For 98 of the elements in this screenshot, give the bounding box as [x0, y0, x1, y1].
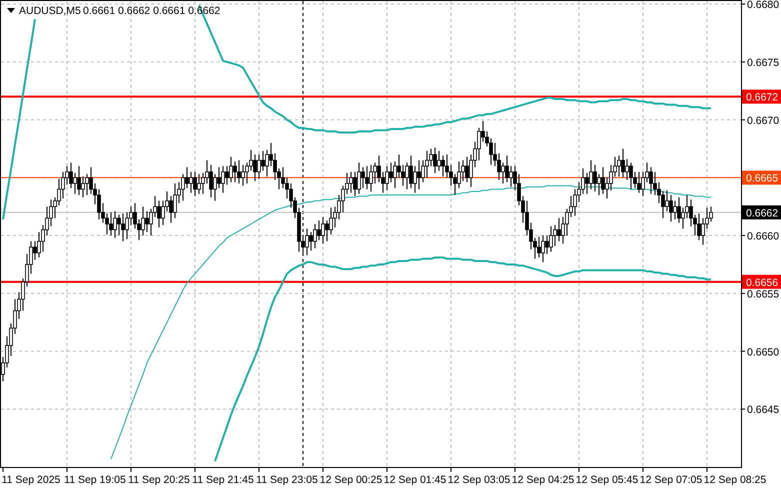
- candlestick: [505, 155, 509, 183]
- price-tick-label: 0.6660: [747, 230, 780, 243]
- candlestick: [425, 150, 429, 178]
- candlestick: [261, 150, 265, 172]
- time-tick-label: 11 Sep 2025: [2, 474, 60, 486]
- candlestick: [85, 174, 89, 196]
- price-tick-label: 0.6655: [747, 288, 780, 300]
- candlestick: [309, 232, 313, 252]
- candlestick: [585, 172, 589, 194]
- candlestick: [637, 171, 641, 194]
- candlestick: [361, 166, 365, 189]
- candlestick: [313, 223, 317, 249]
- candlestick: [369, 164, 373, 192]
- candlestick: [257, 154, 261, 180]
- candlestick: [389, 162, 393, 183]
- candlestick: [193, 171, 197, 197]
- candlestick: [629, 162, 633, 190]
- time-tick-label: 11 Sep 20:25: [128, 474, 190, 486]
- price-tick-label: 0.6650: [747, 346, 780, 358]
- candlestick: [305, 228, 309, 256]
- time-tick-label: 12 Sep 00:25: [320, 474, 382, 486]
- candlestick: [81, 176, 85, 198]
- candlestick: [365, 166, 369, 190]
- candlestick: [541, 235, 545, 263]
- candlestick: [321, 216, 325, 244]
- candlestick: [77, 166, 81, 196]
- time-tick-label: 12 Sep 01:45: [384, 474, 446, 486]
- candlestick: [405, 162, 409, 190]
- price-tick-label: 0.6675: [747, 56, 780, 69]
- price-tick-label: 0.6645: [747, 404, 780, 416]
- candlestick: [197, 174, 201, 194]
- candlestick: [317, 220, 321, 241]
- candlestick: [593, 164, 597, 192]
- candlestick: [253, 154, 257, 182]
- candlestick: [433, 147, 437, 174]
- candlestick: [417, 160, 421, 190]
- symbol-label: AUDUSD,M5: [19, 5, 81, 17]
- candlestick: [185, 166, 189, 189]
- candlestick: [189, 171, 193, 194]
- candlestick: [229, 156, 233, 183]
- candlestick: [501, 162, 505, 184]
- candlestick: [409, 155, 413, 189]
- candlestick: [649, 166, 653, 194]
- candlestick: [141, 206, 145, 236]
- candlestick: [353, 171, 357, 197]
- time-tick-label: 12 Sep 08:25: [704, 474, 766, 486]
- time-tick-label: 12 Sep 04:25: [512, 474, 574, 486]
- candlestick: [173, 182, 177, 219]
- time-tick-label: 12 Sep 07:05: [640, 474, 702, 486]
- candlestick: [697, 213, 701, 241]
- price-level-tag: 0.6672: [742, 90, 781, 104]
- candlestick: [121, 213, 125, 242]
- candlestick: [241, 164, 245, 186]
- dropdown-triangle-icon[interactable]: [7, 8, 15, 13]
- candlestick: [617, 155, 621, 177]
- candlestick: [545, 235, 549, 255]
- candlestick: [109, 212, 113, 236]
- horizontal-level-line[interactable]: [0, 177, 742, 178]
- candlestick: [357, 162, 361, 194]
- time-tick-label: 12 Sep 05:45: [576, 474, 638, 486]
- candlestick: [509, 166, 513, 188]
- candlestick: [221, 166, 225, 194]
- time-tick-label: 12 Sep 03:05: [448, 474, 510, 486]
- candlestick: [73, 172, 77, 194]
- candlestick: [673, 200, 677, 220]
- candlestick: [549, 226, 553, 252]
- price-tick-label: 0.6670: [747, 114, 780, 127]
- candlestick: [233, 160, 237, 183]
- candlestick: [437, 150, 441, 172]
- candlestick: [625, 158, 629, 180]
- candlestick: [349, 171, 353, 194]
- price-tick-label: 0.6680: [747, 0, 780, 12]
- candlestick: [465, 156, 469, 183]
- time-tick-label: 11 Sep 21:45: [192, 474, 254, 486]
- candlestick: [385, 166, 389, 191]
- candlestick: [145, 210, 149, 233]
- price-level-tag: 0.6656: [742, 274, 781, 289]
- candlestick: [217, 166, 221, 189]
- candlestick: [441, 155, 445, 177]
- candlestick: [325, 220, 329, 242]
- candlestick: [589, 160, 593, 190]
- candlestick: [209, 164, 213, 198]
- candlestick: [237, 160, 241, 184]
- candlestick: [621, 148, 625, 178]
- candlestick: [225, 166, 229, 186]
- candlestick: [557, 218, 561, 242]
- candlestick: [113, 210, 117, 238]
- candlestick: [537, 236, 541, 258]
- time-tick-label: 11 Sep 23:05: [256, 474, 318, 486]
- time-tick-label: 11 Sep 19:05: [64, 474, 126, 486]
- candlestick: [665, 190, 669, 212]
- candlestick: [601, 166, 605, 194]
- candlestick: [669, 194, 673, 222]
- price-level-tag: 0.6665: [742, 170, 781, 185]
- candlestick: [169, 196, 173, 224]
- candlestick: [597, 174, 601, 196]
- candlestick: [157, 200, 161, 228]
- price-level-tag: 0.6662: [742, 205, 781, 220]
